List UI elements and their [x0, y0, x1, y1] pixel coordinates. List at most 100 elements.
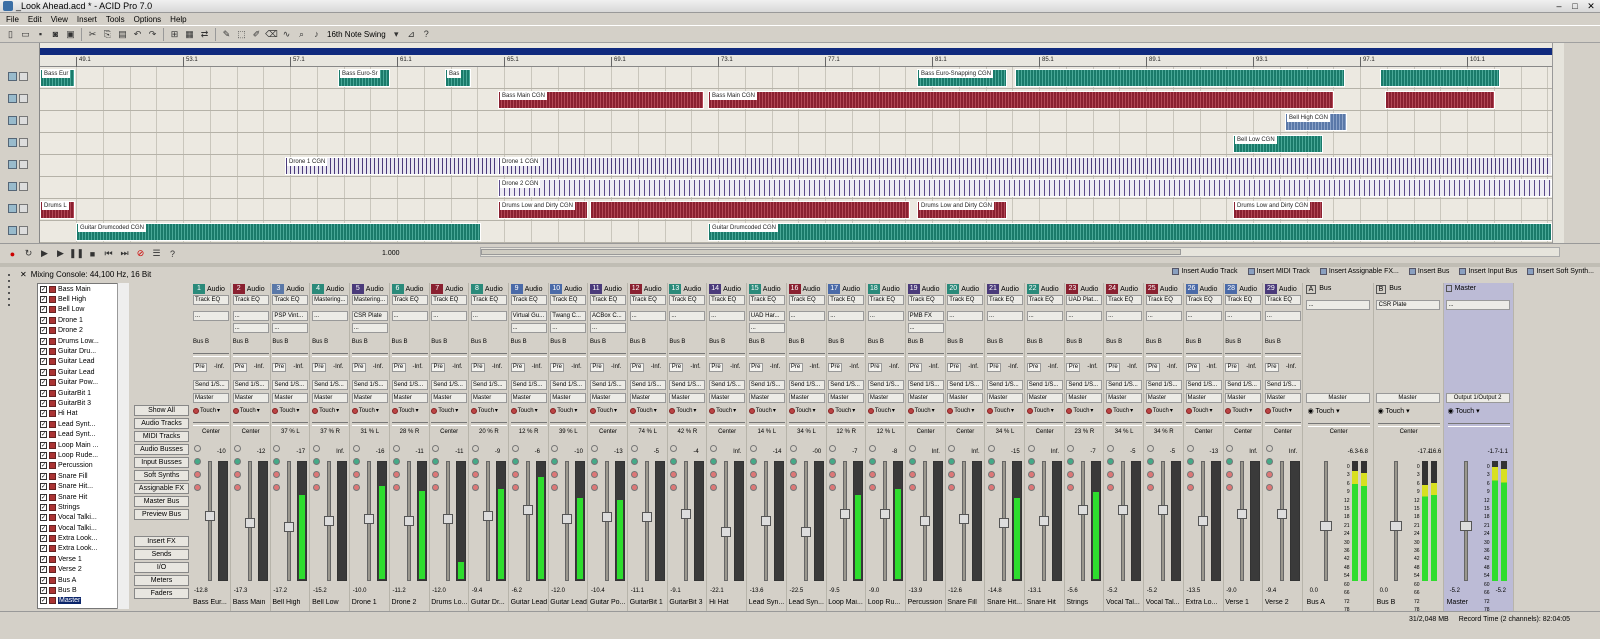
fx-slot[interactable]: ... — [510, 323, 547, 333]
output-selector[interactable]: Master — [1185, 393, 1222, 403]
send-selector[interactable]: Send 1/S... — [828, 380, 865, 390]
pan-slider[interactable] — [1185, 422, 1222, 426]
automation-mode[interactable]: Touch ▾ — [391, 407, 419, 414]
record-arm-icon[interactable] — [313, 471, 321, 478]
track-list-item[interactable]: ✓ Guitar Lead — [38, 367, 128, 377]
chevron-down-icon[interactable]: ▾ — [390, 28, 403, 41]
channel-name[interactable]: Loop Mai... — [828, 599, 866, 606]
fx-slot[interactable]: Track EQ — [1225, 295, 1262, 305]
mute-icon[interactable] — [710, 445, 718, 452]
track-header[interactable] — [8, 72, 30, 84]
pre-post-button[interactable]: Pre — [1145, 363, 1160, 372]
event-clip[interactable] — [590, 201, 910, 219]
send-slider[interactable] — [1066, 353, 1103, 357]
channel-header[interactable]: 9 Audio — [510, 284, 548, 294]
fx-slot[interactable]: ... — [1264, 311, 1301, 321]
fx-slot[interactable]: ... — [907, 323, 944, 333]
record-arm-icon[interactable] — [789, 471, 797, 478]
pan-slider[interactable] — [788, 422, 825, 426]
output-selector[interactable]: Master — [1145, 393, 1182, 403]
track-header[interactable] — [8, 226, 30, 238]
fader-track[interactable] — [1081, 461, 1086, 581]
fx-slot[interactable]: ... — [391, 311, 428, 321]
arm-icon[interactable] — [710, 458, 718, 465]
pre-post-button[interactable]: Pre — [947, 363, 962, 372]
track-list-item[interactable]: ✓ Guitar Dru... — [38, 346, 128, 356]
filter-button[interactable]: Audio Tracks — [134, 418, 189, 429]
fx-slot[interactable]: Virtual Gu... — [510, 311, 547, 321]
event-clip[interactable] — [1380, 69, 1500, 87]
properties-icon[interactable]: ▣ — [64, 28, 77, 41]
fader-handle[interactable] — [999, 518, 1009, 529]
automation-mode[interactable]: Touch ▾ — [510, 407, 538, 414]
solo-icon[interactable] — [988, 484, 995, 491]
channel-name[interactable]: Guitar Lead — [511, 599, 549, 606]
event-clip[interactable]: Guitar Drumcoded CGN — [76, 223, 481, 241]
insert-midi-track-button[interactable]: Insert MIDI Track — [1247, 268, 1310, 275]
track-mute-icon[interactable] — [19, 72, 28, 81]
pre-post-button[interactable]: Pre — [193, 363, 207, 372]
send-slider[interactable] — [1225, 353, 1262, 357]
fx-slot[interactable]: Track EQ — [907, 295, 944, 305]
output-selector[interactable]: Master — [193, 393, 229, 403]
solo-icon[interactable] — [1107, 484, 1115, 491]
pre-post-button[interactable]: Pre — [1026, 363, 1041, 372]
mute-icon[interactable] — [392, 445, 400, 452]
fader-handle[interactable] — [1237, 509, 1248, 520]
send-slider[interactable] — [709, 353, 746, 357]
filter-button[interactable]: Assignable FX — [134, 483, 189, 494]
output-selector[interactable]: Master — [431, 393, 468, 403]
menu-options[interactable]: Options — [134, 15, 162, 24]
fader-handle[interactable] — [760, 516, 771, 526]
track-lane[interactable]: Guitar Drumcoded CGN Guitar Drumcoded CGN — [40, 221, 1552, 243]
pan-slider[interactable] — [391, 422, 428, 426]
record-arm-icon[interactable] — [630, 471, 638, 478]
record-arm-icon[interactable] — [471, 471, 479, 478]
automation-mode[interactable]: Touch ▾ — [867, 407, 895, 414]
send-selector[interactable]: Send 1/S... — [232, 380, 269, 390]
arm-icon[interactable] — [1067, 458, 1075, 465]
fx-slot[interactable]: Track EQ — [193, 295, 229, 305]
open-icon[interactable]: ▭ — [19, 28, 32, 41]
record-arm-icon[interactable] — [1067, 471, 1075, 478]
automation-mode[interactable]: Touch ▾ — [193, 407, 220, 414]
send-slider[interactable] — [590, 353, 626, 357]
mute-icon[interactable] — [630, 445, 638, 452]
record-arm-icon[interactable] — [908, 471, 916, 478]
arm-icon[interactable] — [194, 458, 201, 465]
track-list-item[interactable]: ✓ Snare Hit... — [38, 481, 128, 491]
fader-handle[interactable] — [562, 513, 573, 524]
mute-icon[interactable] — [313, 445, 321, 452]
track-visible-checkbox[interactable]: ✓ — [40, 296, 47, 304]
fx-slot[interactable]: ... — [947, 311, 984, 321]
channel-name[interactable]: Bell Low — [312, 599, 350, 606]
track-list-scrollbar[interactable] — [117, 283, 129, 609]
mute-icon[interactable] — [1107, 445, 1115, 452]
track-list-item[interactable]: ✓ Snare Fill — [38, 471, 128, 481]
fx-slot[interactable]: Track EQ — [629, 295, 666, 305]
arm-icon[interactable] — [551, 458, 559, 465]
channel-header[interactable]: 25 Audio — [1145, 284, 1183, 294]
output-selector[interactable]: Master — [470, 393, 507, 403]
output-selector[interactable]: Master — [312, 393, 349, 403]
grid-icon[interactable]: ▦ — [183, 28, 196, 41]
play-icon[interactable]: ▶ — [54, 247, 67, 260]
pan-slider[interactable] — [312, 422, 349, 426]
channel-name[interactable]: Extra Lo... — [1186, 599, 1224, 606]
track-visible-checkbox[interactable]: ✓ — [40, 431, 47, 439]
timeline-area[interactable]: 49.1 53.1 57.1 61.1 65.1 69.1 73.1 77.1 81.1 85.1… — [40, 43, 1552, 243]
output-selector[interactable]: Master — [867, 393, 904, 403]
fader-track[interactable] — [485, 461, 490, 581]
fader-handle[interactable] — [482, 510, 493, 521]
track-visible-checkbox[interactable]: ✓ — [40, 327, 47, 335]
event-clip[interactable]: Drums L — [40, 201, 75, 219]
output-selector[interactable]: Output 1/Output 2 — [1445, 393, 1510, 403]
playback-rate[interactable]: 1.000 — [382, 250, 400, 257]
track-visible-checkbox[interactable]: ✓ — [40, 337, 47, 345]
solo-icon[interactable] — [1186, 484, 1194, 491]
fx-slot[interactable]: Track EQ — [1145, 295, 1182, 305]
channel-header[interactable]: 29 Audio — [1264, 284, 1302, 294]
track-lane[interactable]: Drone 1 CGN Drone 1 CGN — [40, 155, 1552, 177]
arm-icon[interactable] — [789, 458, 797, 465]
fx-slot[interactable]: ... — [1185, 311, 1222, 321]
